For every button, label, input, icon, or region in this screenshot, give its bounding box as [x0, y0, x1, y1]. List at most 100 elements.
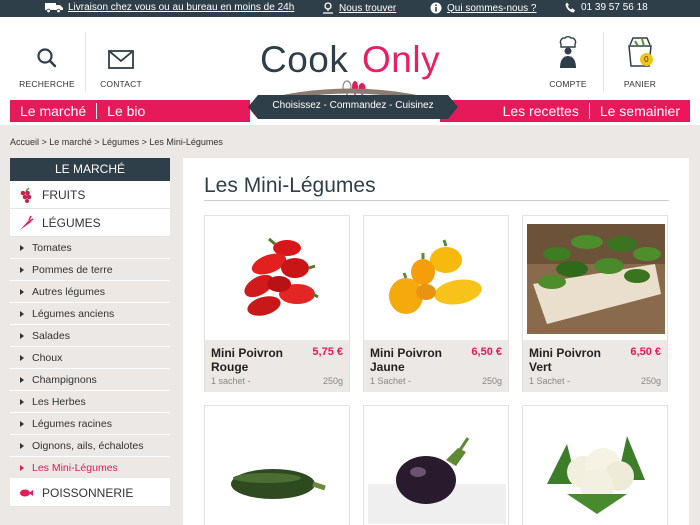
search-icon — [37, 48, 57, 68]
location-icon — [323, 2, 333, 14]
nav-separator — [96, 103, 98, 119]
logo-word-cook: Cook — [260, 39, 349, 80]
phone-text: 01 39 57 56 18 — [581, 2, 648, 13]
sidebar-cat-poissonnerie[interactable]: POISSONNERIE — [10, 479, 170, 507]
header-divider — [85, 32, 86, 92]
main-nav-right: Les recettes Le semainier — [440, 100, 690, 122]
contact-label: CONTACT — [100, 79, 142, 89]
header-divider — [603, 32, 604, 92]
sidebar-sub-salades[interactable]: Salades — [10, 325, 170, 347]
sidebar-sub-tomates[interactable]: Tomates — [10, 237, 170, 259]
sidebar-sub-label: Autres légumes — [32, 285, 105, 298]
sidebar-sub-pommes-de-terre[interactable]: Pommes de terre — [10, 259, 170, 281]
sidebar-sub-label: Légumes racines — [32, 417, 112, 430]
sidebar-cat-label: FRUITS — [42, 187, 86, 202]
sidebar-sub-label: Choux — [32, 351, 63, 364]
chevron-right-icon — [20, 266, 24, 273]
product-card[interactable]: Mini Poivron Jaune 6,50 € 1 Sachet - 250… — [363, 215, 509, 392]
product-unit: 1 sachet - — [211, 376, 251, 386]
sidebar-sub-mini-legumes[interactable]: Les Mini-Légumes — [10, 457, 170, 479]
product-image-eggplant — [368, 414, 506, 524]
sidebar-cat-label: LÉGUMES — [42, 215, 101, 230]
phone-icon — [565, 2, 575, 13]
sidebar-sub-choux[interactable]: Choux — [10, 347, 170, 369]
nav-item-le-marche[interactable]: Le marché — [10, 103, 96, 119]
product-image-red-peppers — [209, 224, 347, 334]
delivery-link[interactable]: Livraison chez vous ou au bureau en moin… — [45, 2, 294, 13]
nav-item-le-semainier[interactable]: Le semainier — [590, 103, 690, 119]
sidebar-sub-label: Salades — [32, 329, 70, 342]
sidebar-sub-autres-legumes[interactable]: Autres légumes — [10, 281, 170, 303]
chevron-right-icon — [20, 288, 24, 295]
sidebar-sub-label: Légumes anciens — [32, 307, 115, 320]
product-unit: 1 Sachet - — [370, 376, 412, 386]
tagline-ribbon: Choisissez - Commandez - Cuisinez — [248, 95, 458, 119]
envelope-icon — [108, 50, 134, 69]
delivery-text: Livraison chez vous ou au bureau en moin… — [68, 2, 295, 13]
chef-icon — [559, 36, 577, 68]
sidebar-sub-label: Oignons, ails, échalotes — [32, 439, 144, 452]
sidebar-sub-label: Pommes de terre — [32, 263, 113, 276]
cart-count-badge: 0 — [640, 53, 653, 66]
cart-label: PANIER — [623, 79, 657, 89]
carrot-icon — [20, 215, 34, 230]
fish-icon — [20, 489, 33, 496]
product-image-cauliflower — [527, 414, 665, 524]
product-info: Mini Poivron Vert 6,50 € 1 Sachet - 250g — [523, 340, 667, 392]
product-weight: 250g — [322, 376, 343, 386]
product-image-yellow-peppers — [368, 224, 506, 334]
product-card[interactable]: Mini Poivron Rouge 5,75 € 1 sachet - 250… — [204, 215, 350, 392]
chevron-right-icon — [20, 464, 24, 471]
about-link[interactable]: Qui sommes-nous ? — [430, 2, 536, 14]
sidebar-sub-les-herbes[interactable]: Les Herbes — [10, 391, 170, 413]
main-panel: Les Mini-Légumes Mini Poivron Rouge 5,75… — [183, 158, 689, 525]
chevron-right-icon — [20, 442, 24, 449]
sidebar-sub-label: Les Herbes — [32, 395, 86, 408]
product-card[interactable]: Mini Poivron Vert 6,50 € 1 Sachet - 250g — [522, 215, 668, 392]
nav-separator — [588, 103, 590, 119]
search-label: RECHERCHE — [19, 79, 75, 89]
product-name: Mini Poivron Rouge — [211, 346, 283, 374]
sidebar-sub-oignons[interactable]: Oignons, ails, échalotes — [10, 435, 170, 457]
product-info: Mini Poivron Rouge 5,75 € 1 sachet - 250… — [205, 340, 349, 392]
nav-item-les-recettes[interactable]: Les recettes — [493, 103, 589, 119]
product-image-green-peppers — [527, 224, 665, 334]
search-button[interactable]: RECHERCHE — [17, 39, 77, 89]
sidebar-sub-label: Champignons — [32, 373, 97, 386]
account-button[interactable]: COMPTE — [538, 36, 598, 89]
find-us-link[interactable]: Nous trouver — [322, 2, 396, 14]
logo-word-only: Only — [362, 39, 441, 80]
product-card[interactable] — [522, 405, 668, 525]
chevron-right-icon — [20, 376, 24, 383]
sidebar-cat-legumes[interactable]: LÉGUMES — [10, 209, 170, 237]
nav-item-le-bio[interactable]: Le bio — [97, 103, 155, 119]
chevron-right-icon — [20, 420, 24, 427]
sidebar-cat-fruits[interactable]: FRUITS — [10, 181, 170, 209]
product-unit: 1 Sachet - — [529, 376, 571, 386]
product-weight: 250g — [481, 376, 502, 386]
grapes-icon — [20, 187, 32, 203]
product-card[interactable] — [204, 405, 350, 525]
sidebar-sub-champignons[interactable]: Champignons — [10, 369, 170, 391]
product-price: 6,50 € — [471, 346, 502, 358]
cart-button[interactable]: 0 PANIER — [610, 37, 670, 89]
about-text: Qui sommes-nous ? — [447, 2, 537, 14]
main-nav-left: Le marché Le bio — [10, 100, 250, 122]
sidebar-cat-label: POISSONNERIE — [42, 485, 134, 500]
chevron-right-icon — [20, 244, 24, 251]
breadcrumb[interactable]: Accueil > Le marché > Légumes > Les Mini… — [10, 137, 223, 147]
sidebar-sub-legumes-racines[interactable]: Légumes racines — [10, 413, 170, 435]
chevron-right-icon — [20, 354, 24, 361]
truck-icon — [45, 3, 63, 13]
product-weight: 250g — [640, 376, 661, 386]
chevron-right-icon — [20, 310, 24, 317]
title-divider — [204, 200, 669, 201]
account-label: COMPTE — [549, 79, 587, 89]
sidebar-title: LE MARCHÉ — [10, 158, 170, 181]
product-price: 5,75 € — [312, 346, 343, 358]
contact-button[interactable]: CONTACT — [91, 39, 151, 89]
sidebar-sub-legumes-anciens[interactable]: Légumes anciens — [10, 303, 170, 325]
phone-link[interactable]: 01 39 57 56 18 — [565, 2, 648, 13]
find-us-text: Nous trouver — [339, 2, 397, 14]
product-card[interactable] — [363, 405, 509, 525]
